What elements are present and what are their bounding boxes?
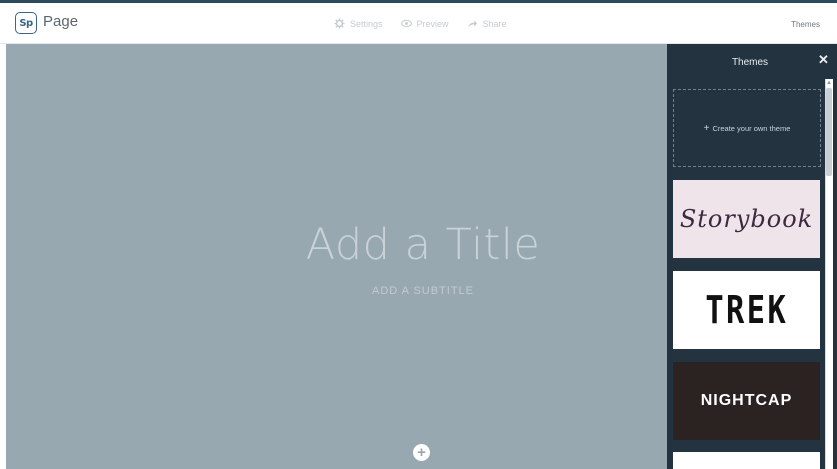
themes-panel-title: Themes bbox=[731, 57, 769, 68]
app-name: Page bbox=[43, 13, 79, 30]
share-label: Share bbox=[482, 18, 507, 29]
share-arrow-icon bbox=[467, 20, 477, 28]
top-bar: Sp Page Settings Preview Share Themes bbox=[0, 0, 837, 44]
eye-icon bbox=[400, 19, 412, 28]
top-navigation: Settings Preview Share bbox=[334, 18, 507, 29]
close-icon[interactable]: ✕ bbox=[818, 52, 829, 68]
create-theme-label: Create your own theme bbox=[712, 123, 791, 133]
preview-label: Preview bbox=[416, 18, 449, 29]
add-content-button[interactable]: + bbox=[413, 444, 430, 461]
theme-name: NIGHTCAP bbox=[700, 392, 793, 409]
theme-card-storybook[interactable]: Storybook bbox=[673, 180, 820, 258]
settings-button[interactable]: Settings bbox=[334, 18, 383, 29]
scrollbar-thumb[interactable] bbox=[826, 88, 832, 176]
title-text: Add a Title bbox=[305, 220, 541, 270]
create-theme-button[interactable]: + Create your own theme bbox=[673, 89, 821, 167]
theme-card-nightcap[interactable]: NIGHTCAP bbox=[673, 362, 820, 440]
themes-button[interactable]: Themes bbox=[791, 20, 820, 29]
theme-name: Storybook bbox=[679, 205, 814, 233]
gear-icon bbox=[334, 18, 345, 29]
themes-panel: Themes ✕ + Create your own theme Storybo… bbox=[667, 44, 837, 469]
theme-name: TREK bbox=[705, 288, 788, 332]
share-button[interactable]: Share bbox=[467, 18, 507, 29]
scroll-up-arrow-icon[interactable]: ▲ bbox=[826, 80, 832, 86]
theme-card-trek[interactable]: TREK bbox=[673, 271, 820, 349]
app-window: Sp Page Settings Preview Share Themes Ad… bbox=[0, 0, 837, 469]
theme-card-partial[interactable] bbox=[673, 452, 820, 469]
spark-page-logo-icon[interactable]: Sp bbox=[15, 12, 37, 34]
plus-icon: + bbox=[703, 122, 710, 134]
settings-label: Settings bbox=[350, 18, 383, 29]
preview-button[interactable]: Preview bbox=[400, 18, 449, 29]
